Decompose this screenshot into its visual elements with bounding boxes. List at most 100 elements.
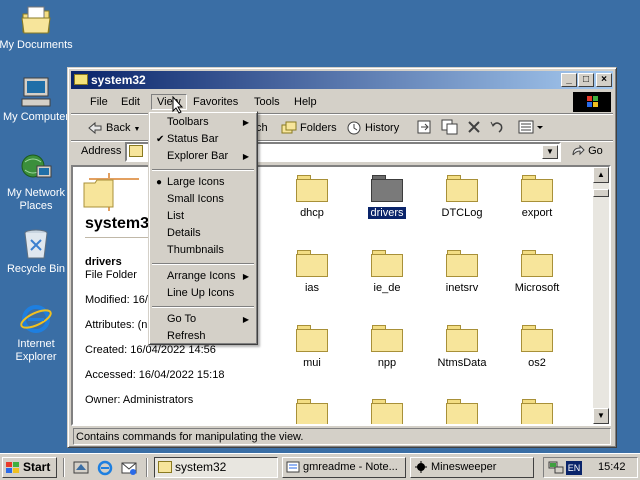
owner: Owner: Administrators <box>85 394 194 406</box>
undo-icon[interactable] <box>489 119 505 137</box>
folder-export[interactable]: export <box>502 175 572 219</box>
maximize-button[interactable]: □ <box>578 73 594 87</box>
desktop-icon-label: Recycle Bin <box>6 263 66 275</box>
menu-item-arrange-icons[interactable]: Arrange Icons ▶ <box>151 268 255 285</box>
folder-os2[interactable]: os2 <box>502 325 572 369</box>
close-button[interactable]: × <box>596 73 612 87</box>
folder-partial[interactable] <box>502 399 572 424</box>
menu-item-explorer-bar[interactable]: Explorer Bar ▶ <box>151 148 255 165</box>
task-system32[interactable]: system32 <box>154 457 278 478</box>
menu-separator <box>152 263 254 265</box>
folder-icon <box>521 250 553 277</box>
selected-type: File Folder <box>85 269 137 281</box>
outlook-express-icon[interactable] <box>121 460 137 476</box>
language-indicator[interactable]: EN <box>566 461 582 475</box>
desktop-icon-internet-explorer[interactable]: Internet Explorer <box>0 303 74 364</box>
menu-separator <box>152 306 254 308</box>
scroll-down-button[interactable]: ▼ <box>593 408 609 424</box>
desktop-icon-recycle-bin[interactable]: Recycle Bin <box>0 228 74 276</box>
menu-item-refresh[interactable]: Refresh <box>151 328 255 345</box>
menu-tools[interactable]: Tools <box>254 96 280 108</box>
folder-icon <box>446 325 478 352</box>
desktop-icon-label: My Documents <box>0 39 73 51</box>
views-icon[interactable] <box>518 119 546 137</box>
folder-microsoft[interactable]: Microsoft <box>502 250 572 294</box>
radio-dot-icon: ● <box>156 177 163 188</box>
back-dropdown-icon[interactable]: ▼ <box>134 126 141 133</box>
folder-icon <box>521 399 553 424</box>
address-label: Address <box>81 145 122 157</box>
menu-item-status-bar[interactable]: ✔ Status Bar <box>151 131 255 148</box>
folder-icon <box>521 175 553 202</box>
clock[interactable]: 15:42 <box>598 461 626 473</box>
show-desktop-icon[interactable] <box>73 460 89 476</box>
folder-ie-de[interactable]: ie_de <box>352 250 422 294</box>
menu-item-thumbnails[interactable]: Thumbnails <box>151 242 255 259</box>
folder-mui[interactable]: mui <box>277 325 347 369</box>
folder-ntmsdata[interactable]: NtmsData <box>427 325 497 369</box>
menu-help[interactable]: Help <box>294 96 317 108</box>
desktop-icon-my-network-places[interactable]: My Network Places <box>0 152 74 213</box>
menu-item-line-up-icons[interactable]: Line Up Icons <box>151 285 255 302</box>
desktop-icon-my-documents[interactable]: My Documents <box>0 4 74 52</box>
menu-item-list[interactable]: List <box>151 208 255 225</box>
folder-icon <box>158 461 172 473</box>
copy-to-icon[interactable] <box>441 119 459 137</box>
menu-item-large-icons[interactable]: ● Large Icons <box>151 174 255 191</box>
internet-explorer-icon[interactable] <box>97 460 113 476</box>
folder-dtclog[interactable]: DTCLog <box>427 175 497 219</box>
folders-button[interactable]: Folders <box>281 119 337 137</box>
notepad-icon <box>286 461 300 473</box>
folder-partial[interactable] <box>427 399 497 424</box>
network-tray-icon[interactable] <box>548 461 564 475</box>
scroll-thumb[interactable] <box>593 189 609 197</box>
folder-partial[interactable] <box>352 399 422 424</box>
menu-file[interactable]: File <box>90 96 108 108</box>
title-bar[interactable]: system32 _ □ × <box>71 71 613 89</box>
menu-item-toolbars[interactable]: Toolbars ▶ <box>151 114 255 131</box>
folder-drivers[interactable]: drivers <box>352 175 422 220</box>
minimize-button[interactable]: _ <box>561 73 577 87</box>
folder-dhcp[interactable]: dhcp <box>277 175 347 219</box>
scroll-up-button[interactable]: ▲ <box>593 167 609 183</box>
back-button[interactable]: Back ▼ <box>87 119 140 137</box>
internet-explorer-icon <box>19 303 53 335</box>
folder-npp[interactable]: npp <box>352 325 422 369</box>
menu-favorites[interactable]: Favorites <box>193 96 238 108</box>
folder-icon <box>129 145 143 157</box>
address-dropdown-button[interactable]: ▼ <box>542 145 558 159</box>
go-arrow-icon <box>571 144 585 157</box>
status-bar: Contains commands for manipulating the v… <box>71 427 613 445</box>
go-button[interactable]: Go <box>571 144 603 157</box>
view-menu-dropdown: Toolbars ▶ ✔ Status Bar Explorer Bar ▶ ● Lar… <box>148 111 258 345</box>
folder-icon <box>371 399 403 424</box>
attributes: Attributes: (n <box>85 319 148 331</box>
vertical-scrollbar[interactable]: ▲ ▼ <box>593 167 609 424</box>
my-computer-icon <box>19 76 53 108</box>
task-notepad[interactable]: gmreadme - Note... <box>282 457 406 478</box>
menu-item-go-to[interactable]: Go To ▶ <box>151 311 255 328</box>
menu-edit[interactable]: Edit <box>121 96 140 108</box>
mouse-cursor-icon <box>172 95 184 114</box>
check-icon: ✔ <box>156 134 165 145</box>
delete-icon[interactable] <box>466 119 482 137</box>
history-button[interactable]: History <box>346 119 399 137</box>
move-to-icon[interactable] <box>416 119 434 137</box>
quicklaunch-divider <box>146 458 148 477</box>
history-icon <box>346 121 362 135</box>
folder-inetsrv[interactable]: inetsrv <box>427 250 497 294</box>
folder-partial[interactable] <box>277 399 347 424</box>
folder-icon <box>296 325 328 352</box>
windows-flag-icon <box>6 461 20 473</box>
folder-icon <box>296 399 328 424</box>
menu-item-details[interactable]: Details <box>151 225 255 242</box>
submenu-arrow-icon: ▶ <box>242 272 249 281</box>
folder-ias[interactable]: ias <box>277 250 347 294</box>
task-minesweeper[interactable]: Minesweeper <box>410 457 534 478</box>
start-button[interactable]: Start <box>2 457 57 478</box>
taskbar: Start system32 gmreadme - Note... Minesw… <box>0 453 640 480</box>
webview-banner-icon <box>79 171 139 211</box>
window-title: system32 <box>91 73 146 87</box>
menu-item-small-icons[interactable]: Small Icons <box>151 191 255 208</box>
desktop-icon-my-computer[interactable]: My Computer <box>0 76 74 124</box>
